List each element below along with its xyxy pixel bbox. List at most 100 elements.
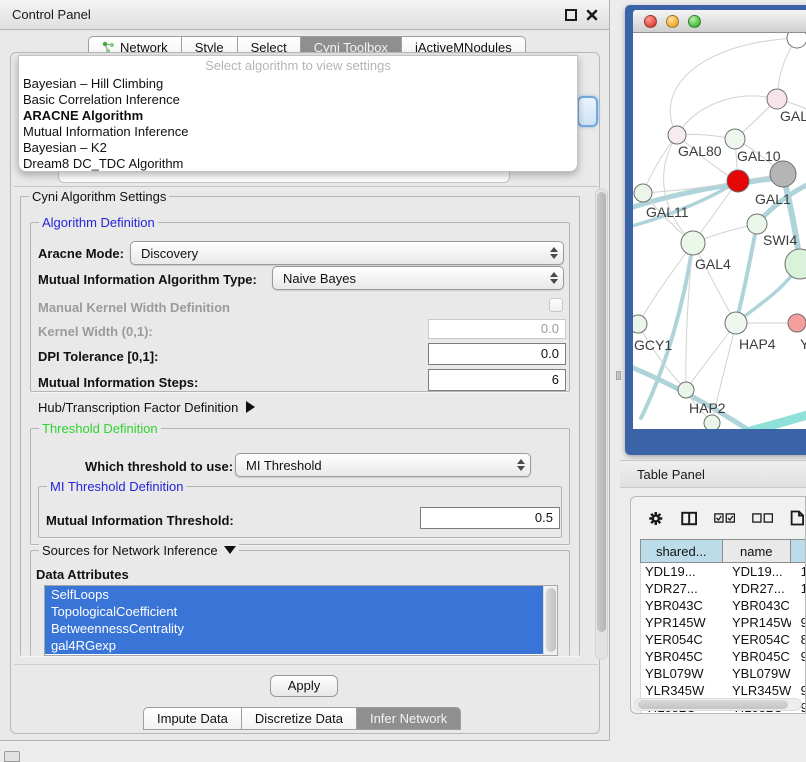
network-canvas[interactable]: GALGAL80GAL10GAL1GAL11SWI4GAL4GCY1HAP4YH…	[633, 33, 806, 429]
table-row[interactable]: YBR043CYBR043C	[641, 597, 806, 614]
network-node-y[interactable]	[788, 314, 806, 332]
network-node-gal10[interactable]	[725, 129, 745, 149]
table-row[interactable]: YBR045CYBR045C9.	[641, 648, 806, 665]
network-node[interactable]	[727, 170, 749, 192]
column-header-3[interactable]: A	[791, 540, 806, 562]
table-cell: YBR043C	[722, 598, 791, 613]
network-node-label: GCY1	[634, 337, 672, 353]
algorithm-option[interactable]: Bayesian – K2	[19, 140, 577, 156]
network-node-label: GAL10	[737, 148, 781, 164]
checked-pair-icon[interactable]	[714, 512, 735, 524]
table-cell: YBR045C	[722, 649, 791, 664]
table-row[interactable]: YER054CYER054C8.	[641, 631, 806, 648]
column-header-1[interactable]: shared...	[641, 540, 723, 562]
network-node-label: HAP4	[739, 336, 776, 352]
float-window-icon[interactable]	[565, 9, 577, 21]
table-horizontal-scrollbar[interactable]	[634, 698, 802, 711]
network-node-label: GAL80	[678, 143, 722, 159]
network-node-hap4[interactable]	[725, 312, 747, 334]
network-node[interactable]	[785, 249, 806, 279]
tab-label: Infer Network	[370, 711, 447, 726]
table-toolbar	[631, 503, 805, 533]
cyni-bottom-tab-bar: Impute Data Discretize Data Infer Network	[143, 707, 461, 730]
table-cell: 9.	[791, 649, 806, 664]
table-cell: YPR145W	[641, 615, 722, 630]
network-window-titlebar[interactable]	[633, 10, 806, 33]
window-title: Control Panel	[12, 7, 91, 22]
table-cell: YBL079W	[641, 666, 722, 681]
unchecked-pair-icon[interactable]	[752, 512, 773, 524]
gear-icon[interactable]	[648, 509, 664, 528]
table-cell: YLR345W	[641, 683, 722, 698]
separator	[14, 664, 598, 665]
algorithm-option[interactable]: Mutual Information Inference	[19, 124, 577, 140]
scrollbar-thumb[interactable]	[638, 700, 788, 709]
table-row[interactable]: YBL079WYBL079W	[641, 665, 806, 682]
table-cell: 9.	[791, 615, 806, 630]
table-cell: YER054C	[641, 632, 722, 647]
table-cell: YBR045C	[641, 649, 722, 664]
table-header-row: shared...nameA	[640, 539, 806, 563]
table-row[interactable]: YPR145WYPR145W9.	[641, 614, 806, 631]
dock-icon-fragment[interactable]	[4, 751, 20, 762]
network-node-label: GAL	[780, 108, 806, 124]
columns-icon[interactable]	[681, 510, 697, 527]
control-panel-window: Control Panel NetworkStyleSelectCyni Too…	[0, 0, 610, 741]
table-cell: YDL19...	[722, 564, 791, 579]
panel-resize-handle[interactable]	[616, 371, 621, 380]
network-node[interactable]	[704, 415, 720, 429]
algorithm-option[interactable]: Bayesian – Hill Climbing	[19, 76, 577, 92]
settings-vertical-scrollbar[interactable]	[595, 188, 608, 660]
network-view-frame: GALGAL80GAL10GAL1GAL11SWI4GAL4GCY1HAP4YH…	[625, 5, 806, 455]
network-node-swi4[interactable]	[747, 214, 767, 234]
tab-infer-network[interactable]: Infer Network	[357, 707, 461, 730]
network-node-label: SWI4	[763, 232, 797, 248]
network-node-gal[interactable]	[767, 89, 787, 109]
close-icon[interactable]	[586, 9, 598, 21]
table-row[interactable]: YLR345WYLR345W9.	[641, 682, 806, 699]
document-icon[interactable]	[790, 508, 805, 528]
table-cell: YPR145W	[722, 615, 791, 630]
tab-label: Impute Data	[157, 711, 228, 726]
column-header-2[interactable]: name	[723, 540, 792, 562]
table-cell: YDL19...	[641, 564, 722, 579]
network-node-label: HAP2	[689, 400, 726, 416]
tab-discretize-data[interactable]: Discretize Data	[242, 707, 357, 730]
table-cell: YBL079W	[722, 666, 791, 681]
scrollbar-thumb[interactable]	[597, 192, 606, 632]
algorithm-option[interactable]: ARACNE Algorithm	[19, 108, 577, 124]
network-node-gal11[interactable]	[634, 184, 652, 202]
network-node-label: GAL4	[695, 256, 731, 272]
table-cell: 8.	[791, 632, 806, 647]
control-panel-titlebar: Control Panel	[0, 0, 609, 30]
minimize-traffic-light-icon[interactable]	[666, 15, 679, 28]
network-node-gal80[interactable]	[668, 126, 686, 144]
network-node-gal1[interactable]	[770, 161, 796, 187]
algorithm-option[interactable]: Basic Correlation Inference	[19, 92, 577, 108]
algorithm-option[interactable]: Dream8 DC_TDC Algorithm	[19, 156, 577, 172]
algorithm-dropdown-popup: Select algorithm to view settings Bayesi…	[18, 55, 578, 172]
tab-impute-data[interactable]: Impute Data	[143, 707, 242, 730]
algorithm-popup-caption: Select algorithm to view settings	[19, 56, 577, 76]
network-node-label: GAL11	[646, 204, 689, 220]
table-cell: YDR27...	[722, 581, 791, 596]
network-node-label: Y	[800, 336, 806, 352]
table-cell: YDR27...	[641, 581, 722, 596]
zoom-traffic-light-icon[interactable]	[688, 15, 701, 28]
table-panel-titlebar: Table Panel	[620, 460, 806, 488]
network-node-gcy1[interactable]	[633, 315, 647, 333]
focused-combobox-fragment	[577, 96, 598, 127]
table-row[interactable]: YDR27...YDR27...12	[641, 580, 806, 597]
table-cell: YBR043C	[641, 598, 722, 613]
table-cell: 13	[791, 564, 806, 579]
tab-label: Discretize Data	[255, 711, 343, 726]
network-node-gal4[interactable]	[681, 231, 705, 255]
network-node[interactable]	[787, 33, 806, 48]
network-node-hap2[interactable]	[678, 382, 694, 398]
node-table: shared...nameA YDL19...YDL19...13YDR27..…	[640, 539, 806, 714]
table-row[interactable]: YDL19...YDL19...13	[641, 563, 806, 580]
close-traffic-light-icon[interactable]	[644, 15, 657, 28]
table-panel: shared...nameA YDL19...YDL19...13YDR27..…	[630, 496, 806, 714]
apply-button[interactable]: Apply	[270, 675, 338, 697]
algorithm-popup-list: Bayesian – Hill ClimbingBasic Correlatio…	[19, 76, 577, 172]
